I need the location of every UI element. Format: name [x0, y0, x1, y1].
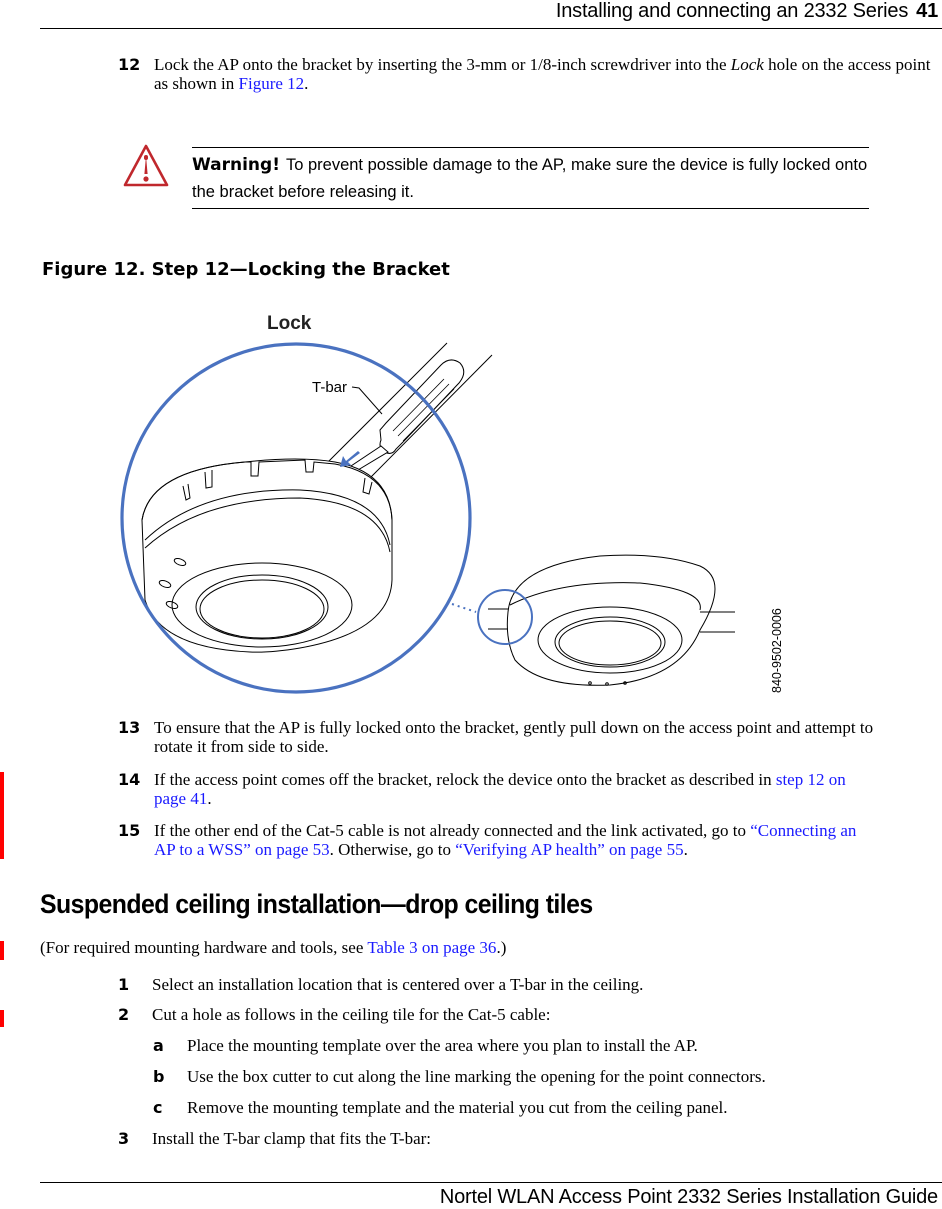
step-line: If the other end of the Cat-5 cable is n… [154, 821, 751, 840]
intro-text: .) [496, 938, 507, 957]
tbar-line [369, 354, 493, 479]
step-text: Cut a hole as follows in the ceiling til… [152, 1005, 551, 1024]
step-text: Lock the AP onto the bracket by insertin… [154, 55, 934, 93]
connecting-ap-link-cont[interactable]: AP to a WSS” on page 53 [154, 840, 330, 859]
step-number: 2 [118, 1005, 130, 1024]
figure-illustration: Lock T-bar 840-9502-0006 [120, 313, 784, 694]
page-41-link[interactable]: page 41 [154, 789, 207, 808]
tbar-label: T-bar [312, 379, 347, 396]
step-text: Select an installation location that is … [152, 975, 644, 994]
warning-body: To prevent possible damage to the AP, ma… [192, 156, 868, 201]
tbar-leader-line [351, 386, 383, 415]
figure-12-link[interactable]: Figure 12 [239, 74, 305, 93]
section-intro: (For required mounting hardware and tool… [40, 938, 506, 958]
intro-text: (For required mounting hardware and tool… [40, 938, 368, 957]
substep-text: Remove the mounting template and the mat… [187, 1098, 728, 1117]
step-punct: . [207, 789, 212, 808]
verifying-ap-health-link[interactable]: “Verifying AP health” on page 55 [455, 840, 683, 859]
warning-rule-bottom [192, 208, 869, 209]
substep-letter: c [153, 1098, 163, 1117]
step-line: . Otherwise, go to [329, 840, 456, 859]
substep-text: Use the box cutter to cut along the line… [187, 1067, 766, 1086]
warning-label: Warning! [192, 155, 280, 175]
step-line: If the access point comes off the bracke… [154, 770, 776, 789]
part-number: 840-9502-0006 [770, 608, 784, 693]
step-text: To ensure that the AP is fully locked on… [154, 718, 942, 756]
substep-letter: a [153, 1036, 164, 1055]
figure-caption: Figure 12. Step 12—Locking the Bracket [42, 259, 450, 280]
access-point-small [488, 554, 735, 686]
header-rule [40, 28, 942, 29]
callout-dotted-line [451, 603, 477, 613]
lock-label: Lock [267, 313, 312, 334]
step-text-part: Lock the AP onto the bracket by insertin… [154, 55, 731, 74]
step-text: If the access point comes off the bracke… [154, 770, 942, 808]
step-text: Install the T-bar clamp that fits the T-… [152, 1129, 432, 1148]
warning-triangle-icon [123, 144, 169, 187]
warning-text: Warning! To prevent possible damage to th… [192, 152, 872, 206]
step-number: 15 [118, 821, 141, 840]
section-heading: Suspended ceiling installation—drop ceil… [40, 889, 593, 919]
step-number: 12 [118, 55, 141, 74]
connecting-ap-link[interactable]: “Connecting an [750, 821, 856, 840]
change-bar [0, 941, 4, 960]
table-3-link[interactable]: Table 3 on page 36 [367, 938, 496, 957]
change-bar [0, 1010, 4, 1027]
warning-rule-top [192, 147, 869, 148]
step-text: If the other end of the Cat-5 cable is n… [154, 821, 942, 859]
step-number: 3 [118, 1129, 130, 1148]
step-text-part: . [304, 74, 309, 93]
running-header: Installing and connecting an 2332 Series… [556, 0, 938, 23]
step-line: To ensure that the AP is fully locked on… [154, 718, 874, 737]
step-number: 13 [118, 718, 141, 737]
step-line: rotate it from side to side. [154, 737, 329, 756]
substep-text: Place the mounting template over the are… [187, 1036, 698, 1055]
step-12-link[interactable]: step 12 on [776, 770, 846, 789]
step-number: 1 [118, 975, 130, 994]
footer-rule [40, 1182, 942, 1183]
step-number: 14 [118, 770, 141, 789]
lock-term: Lock [730, 55, 764, 74]
page-number: 41 [916, 0, 938, 22]
substep-letter: b [153, 1067, 165, 1086]
change-bar [0, 772, 4, 859]
access-point-large [141, 458, 393, 653]
step-punct: . [683, 840, 688, 859]
header-section-title: Installing and connecting an 2332 Series [555, 0, 909, 22]
